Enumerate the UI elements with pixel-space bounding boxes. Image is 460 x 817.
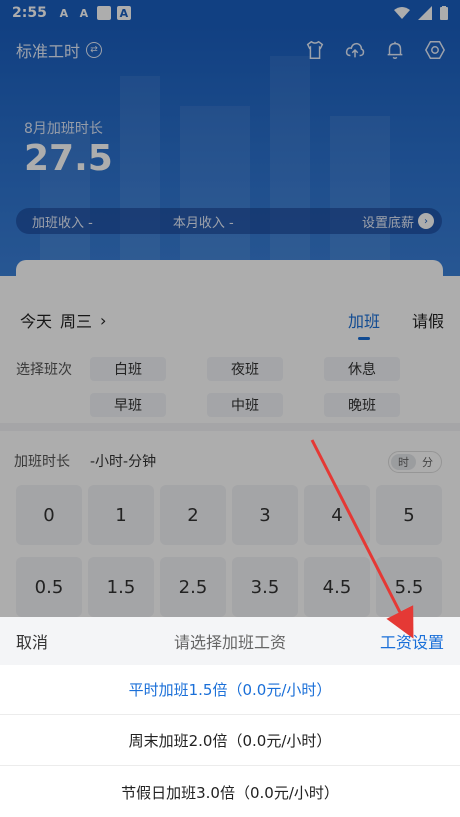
shift-evening[interactable]: 晚班	[324, 393, 400, 417]
hour-minute-toggle[interactable]: 时 分	[388, 451, 442, 473]
app-title: 标准工时	[16, 42, 81, 61]
tab-leave[interactable]: 请假	[412, 308, 444, 332]
wifi-icon	[394, 7, 410, 19]
notification-square-icon	[96, 6, 111, 20]
monthly-income: 本月收入 -	[172, 215, 234, 231]
shift-night[interactable]: 夜班	[207, 357, 283, 381]
overtime-income: 加班收入 -	[32, 215, 93, 231]
status-bar: 2:55 A A A	[0, 0, 460, 26]
sheet-header: 取消 请选择加班工资 工资设置	[0, 617, 460, 665]
key-button[interactable]: 5	[376, 485, 442, 545]
chevron-right-icon[interactable]: ›	[100, 311, 106, 330]
key-button[interactable]: 0.5	[16, 557, 82, 617]
cloud-upload-icon[interactable]	[344, 39, 366, 61]
battery-icon	[440, 6, 448, 20]
divider	[0, 423, 460, 431]
toggle-hour[interactable]: 时	[391, 454, 416, 470]
switch-mode-icon[interactable]: ⇄	[86, 42, 103, 58]
key-button[interactable]: 4.5	[304, 557, 370, 617]
key-button[interactable]: 3.5	[232, 557, 298, 617]
shift-morning[interactable]: 早班	[90, 393, 166, 417]
wage-option[interactable]: 节假日加班3.0倍（0.0元/小时）	[0, 767, 460, 817]
tab-overtime[interactable]: 加班	[348, 308, 380, 340]
settings-icon[interactable]	[424, 39, 446, 61]
wage-settings-button[interactable]: 工资设置	[380, 629, 444, 653]
overtime-month-label: 8月加班时长	[24, 121, 103, 137]
key-button[interactable]: 2.5	[160, 557, 226, 617]
key-button[interactable]: 5.5	[376, 557, 442, 617]
shift-rest[interactable]: 休息	[324, 357, 400, 381]
bell-icon[interactable]	[384, 39, 406, 61]
arrow-right-icon: ›	[418, 213, 434, 229]
notification-a-icon: A	[79, 6, 89, 20]
shirt-icon[interactable]	[304, 39, 326, 61]
hero-header: 标准工时 ⇄ 8月加班时长 27.5 加班收入 - 本月收入 - 设置底薪 ›	[0, 26, 460, 276]
shift-day[interactable]: 白班	[90, 357, 166, 381]
toggle-minute[interactable]: 分	[416, 454, 439, 470]
key-button[interactable]: 1	[88, 485, 154, 545]
key-button[interactable]: 4	[304, 485, 370, 545]
duration-label: 加班时长	[14, 454, 70, 470]
overtime-hours-value: 27.5	[24, 138, 113, 179]
today-label[interactable]: 今天	[20, 308, 52, 332]
status-time: 2:55	[12, 5, 47, 21]
key-button[interactable]: 3	[232, 485, 298, 545]
notification-a-icon: A	[59, 6, 69, 20]
salary-bar: 加班收入 - 本月收入 - 设置底薪 ›	[16, 208, 442, 234]
duration-value: -小时-分钟	[90, 454, 157, 470]
day-selector-row: 今天 周三 › 加班 请假	[20, 305, 444, 340]
weekday-label[interactable]: 周三	[60, 308, 92, 332]
set-base-salary-label: 设置底薪	[361, 215, 414, 231]
wage-option[interactable]: 周末加班2.0倍（0.0元/小时）	[0, 716, 460, 766]
key-button[interactable]: 2	[160, 485, 226, 545]
wage-picker-sheet: 取消 请选择加班工资 工资设置 平时加班1.5倍（0.0元/小时） 周末加班2.…	[0, 617, 460, 817]
top-bar: 标准工时 ⇄	[16, 36, 446, 64]
wage-option[interactable]: 平时加班1.5倍（0.0元/小时）	[0, 665, 460, 715]
signal-icon	[418, 6, 432, 20]
shift-label: 选择班次	[16, 362, 72, 378]
key-button[interactable]: 0	[16, 485, 82, 545]
notification-a-square-icon: A	[116, 6, 131, 20]
key-button[interactable]: 1.5	[88, 557, 154, 617]
set-base-salary-button[interactable]: 设置底薪 ›	[362, 212, 434, 231]
shift-middle[interactable]: 中班	[207, 393, 283, 417]
